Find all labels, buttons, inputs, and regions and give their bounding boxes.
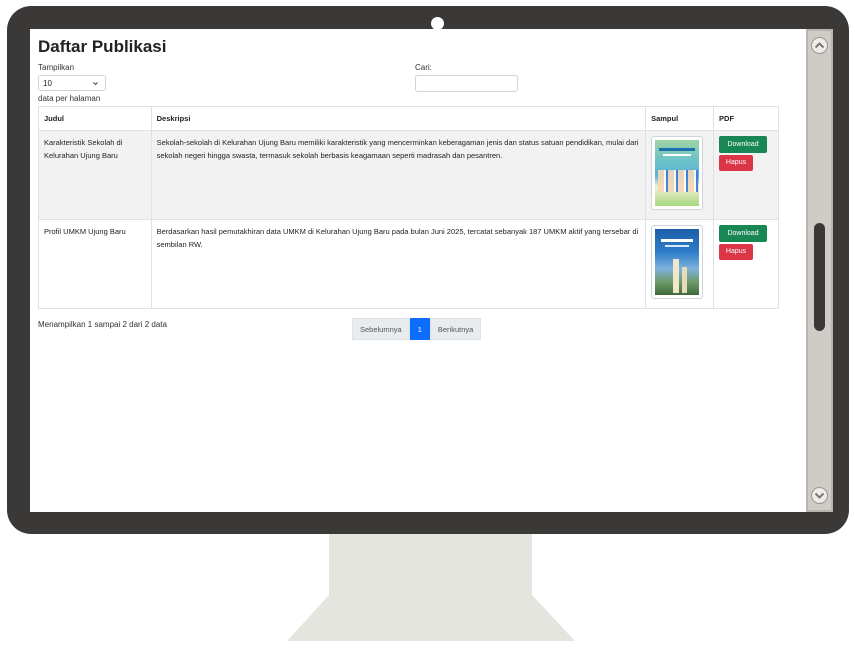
hapus-button[interactable]: Hapus <box>719 244 754 260</box>
cell-judul: Profil UMKM Ujung Baru <box>38 219 152 309</box>
screen: Daftar Publikasi Tampilkan 10 data per h… <box>30 29 806 512</box>
search-label: Cari: <box>415 63 432 72</box>
header-sampul[interactable]: Sampul <box>645 106 715 131</box>
length-select[interactable]: 10 <box>38 75 106 91</box>
next-page-button[interactable]: Berikutnya <box>429 318 482 340</box>
cover-thumbnail[interactable] <box>651 225 704 299</box>
monitor-stand-neck <box>329 534 532 622</box>
length-suffix: data per halaman <box>38 94 101 103</box>
page-title: Daftar Publikasi <box>38 37 167 56</box>
prev-page-button[interactable]: Sebelumnya <box>352 318 410 340</box>
length-select-value: 10 <box>43 79 52 88</box>
cell-sampul <box>645 130 715 220</box>
table-row: Karakteristik Sekolah di Kelurahan Ujung… <box>38 130 779 220</box>
cover-image <box>655 229 700 295</box>
chevron-down-icon <box>814 492 825 499</box>
cell-judul: Karakteristik Sekolah di Kelurahan Ujung… <box>38 130 152 220</box>
cover-thumbnail[interactable] <box>651 136 704 210</box>
pagination: Sebelumnya 1 Berikutnya <box>352 318 482 340</box>
length-label: Tampilkan <box>38 63 75 72</box>
cover-image <box>655 140 700 206</box>
cell-deskripsi: Berdasarkan hasil pemutakhiran data UMKM… <box>150 219 647 309</box>
scroll-down-button[interactable] <box>811 487 828 504</box>
table-info: Menampilkan 1 sampai 2 dari 2 data <box>38 320 167 329</box>
header-judul[interactable]: Judul <box>38 106 152 131</box>
publications-table: Judul Deskripsi Sampul PDF Karakteristik… <box>38 106 779 309</box>
chevron-down-icon <box>93 82 98 86</box>
table-header-row: Judul Deskripsi Sampul PDF <box>38 106 779 131</box>
scroll-up-button[interactable] <box>811 37 828 54</box>
cell-pdf: Download Hapus <box>713 219 779 309</box>
header-deskripsi[interactable]: Deskripsi <box>150 106 647 131</box>
search-input[interactable] <box>415 75 518 92</box>
page-1-button[interactable]: 1 <box>409 318 430 340</box>
hapus-button[interactable]: Hapus <box>719 155 754 171</box>
cell-deskripsi: Sekolah-sekolah di Kelurahan Ujung Baru … <box>150 130 647 220</box>
download-button[interactable]: Download <box>719 136 768 153</box>
vertical-scrollbar[interactable] <box>806 29 833 512</box>
header-pdf[interactable]: PDF <box>713 106 779 131</box>
cell-sampul <box>645 219 715 309</box>
cell-pdf: Download Hapus <box>713 130 779 220</box>
download-button[interactable]: Download <box>719 225 768 242</box>
chevron-up-icon <box>814 42 825 49</box>
scrollbar-thumb[interactable] <box>814 223 825 331</box>
table-row: Profil UMKM Ujung Baru Berdasarkan hasil… <box>38 219 779 309</box>
